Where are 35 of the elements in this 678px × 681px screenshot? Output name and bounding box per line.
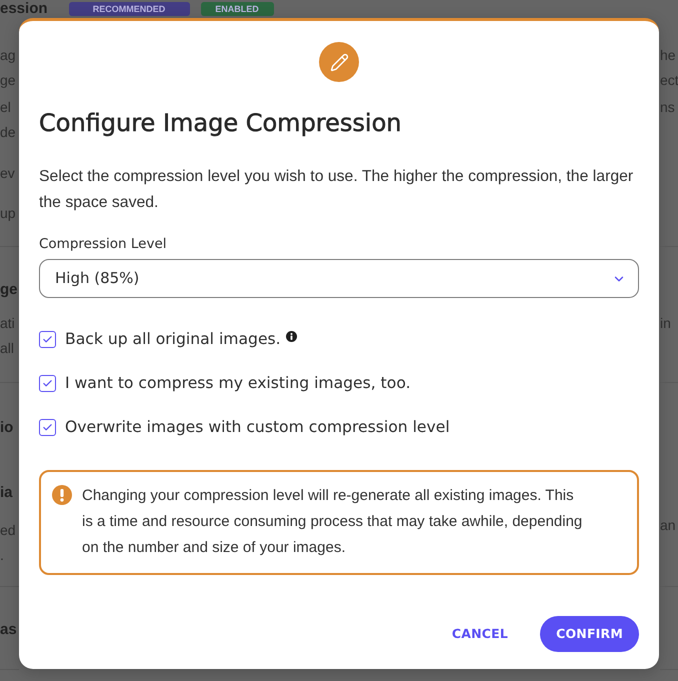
dialog-description: Select the compression level you wish to use. The higher the compression, the larger the space saved. — [39, 167, 634, 213]
text-fragment: ati — [0, 314, 15, 333]
text-fragment: ev — [0, 164, 15, 183]
page-heading-fragment: ession — [0, 0, 48, 18]
section-heading-fragment: io — [0, 418, 14, 438]
checkbox-label: I want to compress my existing images, too. — [65, 373, 411, 394]
checkmark-icon — [42, 422, 53, 432]
checkbox[interactable] — [39, 418, 56, 436]
section-heading-fragment: ia — [0, 483, 13, 503]
checkbox[interactable] — [39, 374, 56, 392]
checkbox-label: Overwrite images with custom compression level — [65, 417, 450, 438]
text-fragment: de — [0, 123, 16, 142]
compression-select[interactable]: High (85%) — [39, 259, 639, 298]
checkmark-icon — [42, 334, 53, 344]
section-heading-fragment: as — [0, 620, 17, 640]
text-fragment: ge — [0, 71, 16, 90]
checkmark-icon — [42, 378, 53, 388]
warning-icon — [52, 485, 72, 505]
info-icon[interactable] — [286, 330, 297, 342]
checkbox-label: Back up all original images. — [65, 329, 281, 350]
warning-text: Changing your compression level will re-generate all existing images. This is a time and resource consuming process that may take awhile, depending on the number and size of your images. — [82, 486, 584, 558]
pencil-icon — [319, 42, 359, 82]
text-fragment: el — [0, 98, 11, 117]
field-label: Compression Level — [39, 235, 167, 254]
section-heading-fragment: ge — [0, 280, 18, 300]
status-badge: ENABLED — [200, 2, 274, 16]
confirm-button[interactable]: CONFIRM — [540, 616, 639, 652]
text-fragment: ag — [0, 46, 16, 65]
text-fragment: all — [0, 339, 14, 358]
text-fragment: ed — [0, 521, 16, 540]
status-badge: RECOMMENDED — [68, 2, 190, 16]
cancel-button[interactable]: CANCEL — [438, 616, 522, 652]
dialog-title: Configure Image Compression — [39, 108, 402, 139]
text-fragment: . — [0, 546, 4, 565]
checkbox[interactable] — [39, 330, 56, 348]
